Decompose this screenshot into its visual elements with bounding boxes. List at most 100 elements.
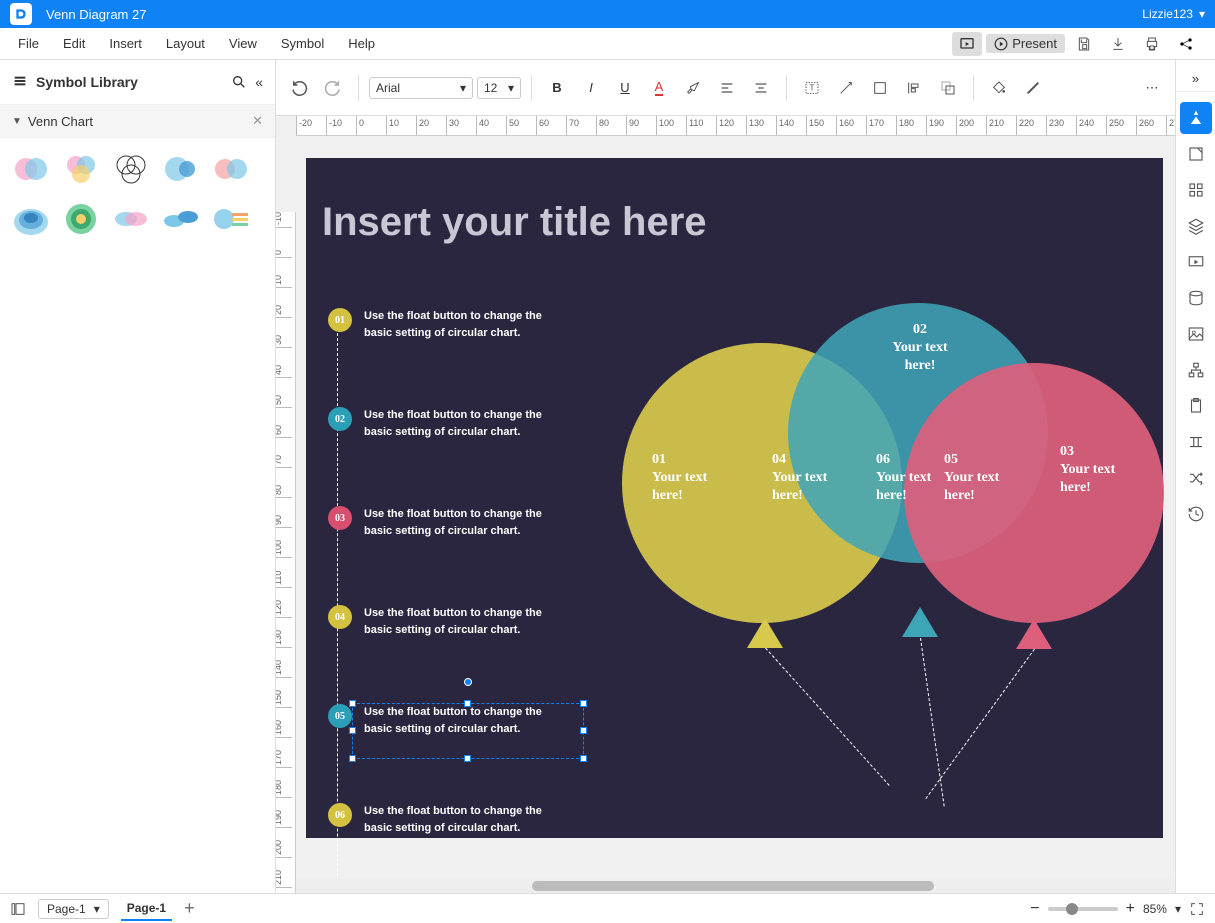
timeline-dot[interactable]: 06 bbox=[328, 803, 352, 827]
timeline-text[interactable]: Use the float button to change the basic… bbox=[364, 308, 562, 341]
menu-symbol[interactable]: Symbol bbox=[269, 30, 336, 57]
collapse-left-icon[interactable]: « bbox=[255, 74, 263, 90]
spacing-button[interactable] bbox=[1180, 426, 1212, 458]
timeline-item-03[interactable]: 03 Use the float button to change the bas… bbox=[328, 506, 562, 539]
venn-shape-8[interactable] bbox=[110, 198, 152, 240]
menu-view[interactable]: View bbox=[217, 30, 269, 57]
timeline-dot[interactable]: 02 bbox=[328, 407, 352, 431]
undo-button[interactable] bbox=[284, 73, 314, 103]
venn-shape-4[interactable] bbox=[160, 148, 202, 190]
venn-shape-6[interactable] bbox=[10, 198, 52, 240]
venn-shape-5[interactable] bbox=[210, 148, 252, 190]
venn-shape-10[interactable] bbox=[210, 198, 252, 240]
rotate-handle[interactable] bbox=[464, 678, 472, 686]
slideshow-panel-button[interactable] bbox=[1180, 246, 1212, 278]
clipboard-button[interactable] bbox=[1180, 390, 1212, 422]
font-select[interactable]: Arial▾ bbox=[369, 77, 473, 99]
data-button[interactable] bbox=[1180, 282, 1212, 314]
canvas-page[interactable]: Insert your title here 01 Use the float b… bbox=[306, 158, 1163, 838]
zoom-out-button[interactable]: − bbox=[1030, 900, 1039, 918]
horizontal-scrollbar[interactable] bbox=[296, 879, 1175, 893]
menu-layout[interactable]: Layout bbox=[154, 30, 217, 57]
user-menu[interactable]: Lizzie123 ▾ bbox=[1142, 7, 1205, 21]
page-selector[interactable]: Page-1 ▾ bbox=[38, 899, 109, 919]
properties-button[interactable] bbox=[1180, 138, 1212, 170]
highlight-button[interactable] bbox=[678, 73, 708, 103]
collapse-right-icon[interactable]: » bbox=[1176, 66, 1215, 92]
venn-label-02[interactable]: 02Your text here! bbox=[880, 321, 960, 376]
italic-button[interactable]: I bbox=[576, 73, 606, 103]
save-button[interactable] bbox=[1069, 32, 1099, 56]
venn-shape-2[interactable] bbox=[60, 148, 102, 190]
slideshow-button[interactable] bbox=[952, 32, 982, 56]
venn-label-04[interactable]: 04Your text here! bbox=[772, 451, 852, 506]
group-button[interactable] bbox=[933, 73, 963, 103]
venn-shape-1[interactable] bbox=[10, 148, 52, 190]
venn-label-01[interactable]: 01Your text here! bbox=[652, 451, 732, 506]
font-color-button[interactable]: A bbox=[644, 73, 674, 103]
timeline-item-01[interactable]: 01 Use the float button to change the bas… bbox=[328, 308, 562, 341]
venn-label-03[interactable]: 03Your text here! bbox=[1060, 443, 1140, 498]
font-size-select[interactable]: 12▾ bbox=[477, 77, 521, 99]
search-icon[interactable] bbox=[231, 74, 247, 90]
venn-shape-7[interactable] bbox=[60, 198, 102, 240]
venn-diagram[interactable]: 01Your text here! 02Your text here! 03Yo… bbox=[632, 303, 1152, 823]
print-button[interactable] bbox=[1137, 32, 1167, 56]
venn-label-06[interactable]: 06Your text here! bbox=[876, 451, 932, 506]
history-button[interactable] bbox=[1180, 498, 1212, 530]
text-box-button[interactable]: T bbox=[797, 73, 827, 103]
menu-edit[interactable]: Edit bbox=[51, 30, 97, 57]
line-button[interactable] bbox=[1018, 73, 1048, 103]
timeline-item-04[interactable]: 04 Use the float button to change the bas… bbox=[328, 605, 562, 638]
menu-help[interactable]: Help bbox=[336, 30, 387, 57]
status-bar: Page-1 ▾ Page-1 + − + 85% ▾ bbox=[0, 893, 1215, 923]
components-button[interactable] bbox=[1180, 174, 1212, 206]
page-tab[interactable]: Page-1 bbox=[121, 897, 172, 921]
redo-button[interactable] bbox=[318, 73, 348, 103]
zoom-level[interactable]: 85% bbox=[1143, 902, 1167, 916]
timeline-dot[interactable]: 01 bbox=[328, 308, 352, 332]
svg-text:T: T bbox=[810, 83, 815, 92]
venn-label-05[interactable]: 05Your text here! bbox=[944, 451, 1024, 506]
valign-button[interactable] bbox=[746, 73, 776, 103]
present-button[interactable]: Present bbox=[986, 34, 1065, 53]
timeline-item-02[interactable]: 02 Use the float button to change the bas… bbox=[328, 407, 562, 440]
timeline-text[interactable]: Use the float button to change the basic… bbox=[364, 803, 562, 836]
shape-outline-button[interactable] bbox=[865, 73, 895, 103]
venn-shape-3[interactable] bbox=[110, 148, 152, 190]
venn-shape-9[interactable] bbox=[160, 198, 202, 240]
theme-button[interactable] bbox=[1180, 102, 1212, 134]
more-icon[interactable]: ⋯ bbox=[1137, 73, 1167, 103]
timeline-dot[interactable]: 04 bbox=[328, 605, 352, 629]
timeline-text[interactable]: Use the float button to change the basic… bbox=[364, 506, 562, 539]
image-button[interactable] bbox=[1180, 318, 1212, 350]
menu-insert[interactable]: Insert bbox=[97, 30, 154, 57]
layers-button[interactable] bbox=[1180, 210, 1212, 242]
page-title[interactable]: Insert your title here bbox=[322, 200, 707, 245]
tree-button[interactable] bbox=[1180, 354, 1212, 386]
align-objects-button[interactable] bbox=[899, 73, 929, 103]
library-category-header[interactable]: ▼ Venn Chart ✕ bbox=[0, 105, 275, 138]
zoom-slider[interactable] bbox=[1048, 907, 1118, 911]
timeline-dot[interactable]: 05 bbox=[328, 704, 352, 728]
shuffle-button[interactable] bbox=[1180, 462, 1212, 494]
scrollbar-thumb[interactable] bbox=[532, 881, 934, 891]
share-button[interactable] bbox=[1171, 32, 1201, 56]
menu-file[interactable]: File bbox=[6, 30, 51, 57]
timeline-item-06[interactable]: 06 Use the float button to change the bas… bbox=[328, 803, 562, 836]
outline-icon[interactable] bbox=[10, 901, 26, 917]
zoom-in-button[interactable]: + bbox=[1126, 900, 1135, 918]
timeline-text[interactable]: Use the float button to change the basic… bbox=[364, 605, 562, 638]
close-icon[interactable]: ✕ bbox=[252, 113, 263, 129]
download-button[interactable] bbox=[1103, 32, 1133, 56]
add-page-button[interactable]: + bbox=[184, 898, 195, 919]
align-button[interactable] bbox=[712, 73, 742, 103]
workspace[interactable]: -100102030405060708090100110120130140150… bbox=[276, 136, 1175, 893]
bold-button[interactable]: B bbox=[542, 73, 572, 103]
timeline-dot[interactable]: 03 bbox=[328, 506, 352, 530]
connector-button[interactable] bbox=[831, 73, 861, 103]
fill-button[interactable] bbox=[984, 73, 1014, 103]
underline-button[interactable]: U bbox=[610, 73, 640, 103]
timeline-text[interactable]: Use the float button to change the basic… bbox=[364, 407, 562, 440]
fullscreen-button[interactable] bbox=[1189, 901, 1205, 917]
